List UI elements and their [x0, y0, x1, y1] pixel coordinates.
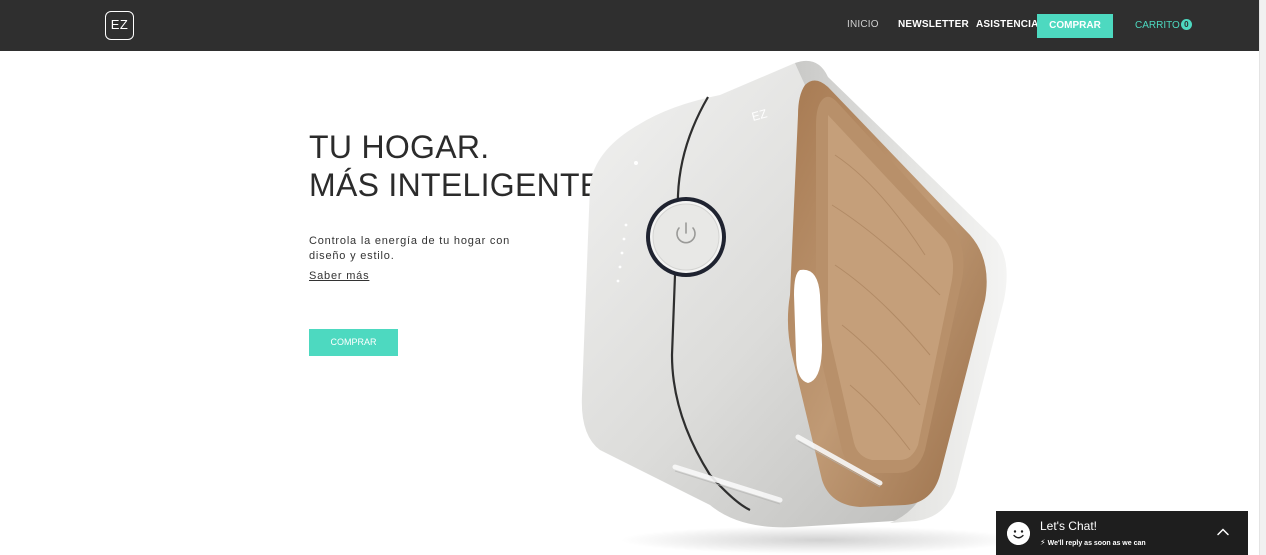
- product-image: EZ: [581, 60, 1020, 554]
- nav-comprar-button[interactable]: COMPRAR: [1037, 14, 1113, 38]
- site-logo[interactable]: EZ: [105, 11, 134, 40]
- hero-description: Controla la energía de tu hogar con dise…: [309, 235, 511, 262]
- chat-widget[interactable]: Let's Chat! ⚡ We'll reply as soon as we c…: [996, 511, 1248, 555]
- nav-link-inicio[interactable]: INICIO: [847, 19, 879, 30]
- nav-link-asistencia[interactable]: ASISTENCIA: [976, 19, 1039, 30]
- chat-title: Let's Chat!: [1040, 519, 1097, 533]
- chat-subtitle-text: We'll reply as soon as we can: [1047, 540, 1146, 547]
- lightning-icon: ⚡: [1040, 538, 1046, 547]
- nav-link-newsletter[interactable]: NEWSLETTER: [898, 19, 969, 30]
- page-scrollbar[interactable]: [1259, 0, 1266, 555]
- chevron-up-icon[interactable]: [1216, 525, 1230, 539]
- smiley-icon: [1007, 522, 1030, 545]
- top-nav-bar: EZ INICIO NEWSLETTER ASISTENCIA COMPRAR …: [0, 0, 1260, 51]
- page: EZ INICIO NEWSLETTER ASISTENCIA COMPRAR …: [0, 0, 1266, 555]
- chat-subtitle: ⚡ We'll reply as soon as we can: [1040, 538, 1146, 547]
- cart-count-badge: 0: [1180, 19, 1192, 30]
- cart-link[interactable]: CARRITO 0: [1135, 19, 1192, 31]
- learn-more-link[interactable]: Saber más: [309, 270, 369, 282]
- cart-label: CARRITO: [1135, 20, 1180, 31]
- hero-comprar-button[interactable]: COMPRAR: [309, 329, 398, 356]
